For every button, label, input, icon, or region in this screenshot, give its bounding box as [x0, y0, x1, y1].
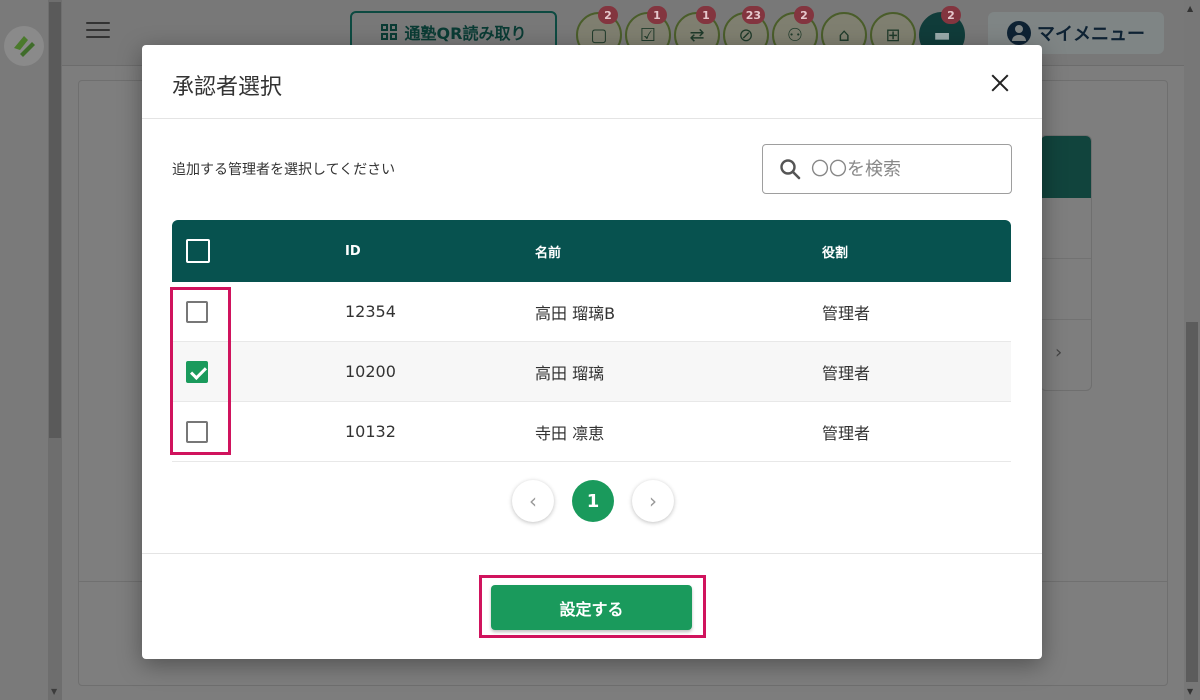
qr-scan-label: 通塾QR読み取り: [404, 24, 527, 43]
right-scrollbar-thumb[interactable]: [1186, 322, 1198, 682]
hamburger-menu-icon[interactable]: [86, 22, 110, 40]
left-scrollbar-thumb[interactable]: [49, 2, 61, 438]
pagination: ‹ 1 ›: [512, 480, 674, 522]
table-row[interactable]: 10132 寺田 凛恵 管理者: [172, 402, 1011, 462]
dialog-footer: 設定する: [142, 553, 1042, 659]
chevron-right-icon[interactable]: ›: [1055, 342, 1062, 363]
cell-name: 高田 瑠璃: [535, 363, 605, 383]
badge: 1: [647, 6, 667, 24]
cell-role: 管理者: [822, 363, 871, 383]
background-panel: ›: [1040, 135, 1092, 391]
column-header-id: ID: [345, 243, 361, 259]
scroll-up-arrow-icon[interactable]: ▲: [1187, 4, 1193, 13]
next-page-chevron-icon[interactable]: ›: [632, 480, 674, 522]
close-icon[interactable]: [988, 71, 1012, 95]
account-icon: [1007, 21, 1031, 45]
cell-id: 10132: [345, 422, 396, 441]
left-rail: [0, 0, 48, 700]
approver-select-dialog: 承認者選択 追加する管理者を選択してください ID 名前 役割 12354 高田…: [142, 45, 1042, 659]
right-scrollbar[interactable]: ▲ ▼: [1184, 0, 1200, 700]
cell-role: 管理者: [822, 303, 871, 323]
badge: 2: [941, 6, 961, 24]
select-all-checkbox[interactable]: [186, 239, 210, 263]
search-field[interactable]: [762, 144, 1012, 194]
scroll-down-arrow-icon[interactable]: ▼: [1187, 687, 1193, 696]
set-button[interactable]: 設定する: [491, 585, 692, 630]
table-row[interactable]: 12354 高田 瑠璃B 管理者: [172, 282, 1011, 342]
cell-name: 寺田 凛恵: [535, 423, 605, 443]
table-header: ID 名前 役割: [172, 220, 1011, 282]
instruction-text: 追加する管理者を選択してください: [172, 162, 396, 178]
checkbox-highlight-frame: [170, 287, 231, 455]
badge: 1: [696, 6, 716, 24]
search-input[interactable]: [811, 158, 1001, 180]
cell-name: 高田 瑠璃B: [535, 303, 616, 323]
table-row[interactable]: 10200 高田 瑠璃 管理者: [172, 342, 1011, 402]
cell-id: 10200: [345, 362, 396, 381]
column-header-role: 役割: [822, 245, 849, 261]
page-button-current[interactable]: 1: [572, 480, 614, 522]
badge: 2: [794, 6, 814, 24]
cell-id: 12354: [345, 302, 396, 321]
admin-table: ID 名前 役割 12354 高田 瑠璃B 管理者 10200 高田 瑠璃 管理…: [172, 220, 1011, 462]
badge: 23: [741, 6, 765, 24]
qr-code-icon: [380, 24, 397, 40]
search-icon: [780, 159, 801, 180]
my-menu-label: マイメニュー: [1037, 24, 1145, 45]
dialog-title: 承認者選択: [172, 75, 283, 100]
cell-role: 管理者: [822, 423, 871, 443]
dialog-header: 承認者選択: [142, 45, 1042, 119]
left-scrollbar[interactable]: ▼: [48, 0, 62, 700]
app-logo-icon[interactable]: [4, 26, 44, 66]
prev-page-chevron-icon[interactable]: ‹: [512, 480, 554, 522]
badge: 2: [598, 6, 618, 24]
column-header-name: 名前: [535, 245, 562, 261]
scroll-down-arrow-icon[interactable]: ▼: [51, 687, 57, 696]
